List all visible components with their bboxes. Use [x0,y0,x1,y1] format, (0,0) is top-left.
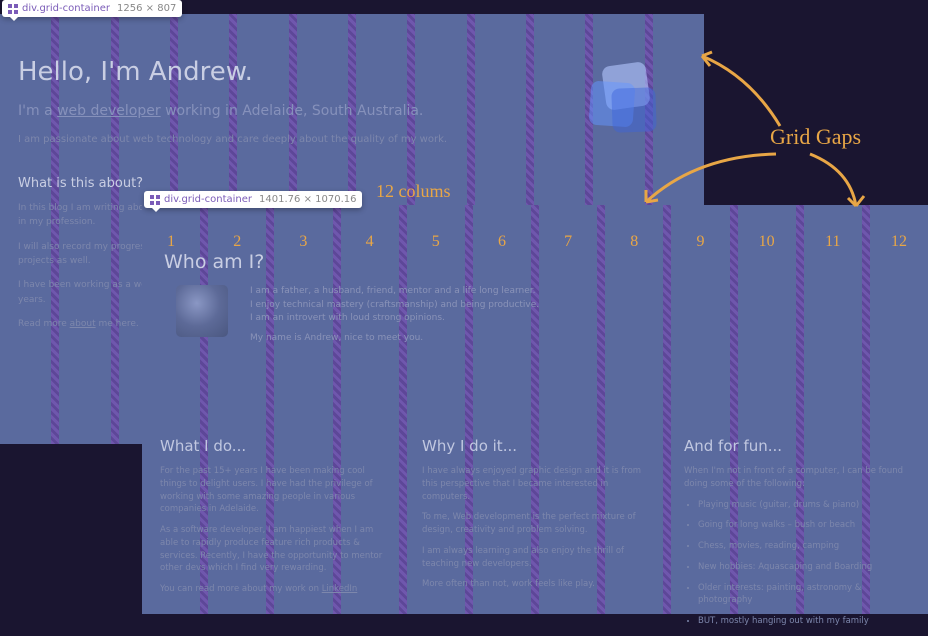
hero-tagline: I am passionate about web technology and… [18,132,604,148]
who-text: I am a father, a husband, friend, mentor… [250,285,539,345]
list-item: Older interests: painting, astronomy & p… [698,582,910,608]
col-heading: And for fun... [684,437,910,455]
list-item: BUT, mostly hanging out with my family [698,615,910,628]
devtools-tooltip-2: div.grid-container 1401.76 × 1070.16 [144,191,362,208]
about-link[interactable]: about [70,319,96,329]
hero-heading: Hello, I'm Andrew. [18,52,604,94]
hero-subtitle: I'm a web developer working in Adelaide,… [18,100,604,122]
linkedin-link[interactable]: LinkedIn [322,584,358,594]
column-why: Why I do it... I have always enjoyed gra… [404,437,666,636]
arrow-annotation-1 [690,46,790,136]
tooltip-selector: div.grid-container [22,3,110,14]
annotation-columns-label: 12 colums [376,181,451,202]
list-item: New hobbies: Aquascaping and Boarding [698,561,910,574]
tooltip-dimensions: 1256 × 807 [117,3,176,14]
col-heading: What I do... [160,437,386,455]
devtools-tooltip-1: div.grid-container 1256 × 807 [2,0,182,17]
column-what: What I do... For the past 15+ years I ha… [142,437,404,636]
tooltip-selector: div.grid-container [164,194,252,205]
grid-icon [150,195,160,205]
list-item: Going for long walks – bush or beach [698,519,910,532]
who-heading: Who am I? [164,251,264,273]
list-item: Chess, movies, reading, camping [698,540,910,553]
annotation-gaps-label: Grid Gaps [770,124,861,150]
grid-panel-2: 1 2 3 4 5 6 7 8 9 10 11 12 Who am I? I a… [142,205,928,614]
col-heading: Why I do it... [422,437,648,455]
tooltip-dimensions: 1401.76 × 1070.16 [259,194,356,205]
list-item: Playing music (guitar, drums & piano) [698,499,910,512]
grid-icon [8,4,18,14]
avatar [176,285,228,337]
web-developer-link[interactable]: web developer [57,103,161,119]
column-fun: And for fun... When I'm not in front of … [666,437,928,636]
